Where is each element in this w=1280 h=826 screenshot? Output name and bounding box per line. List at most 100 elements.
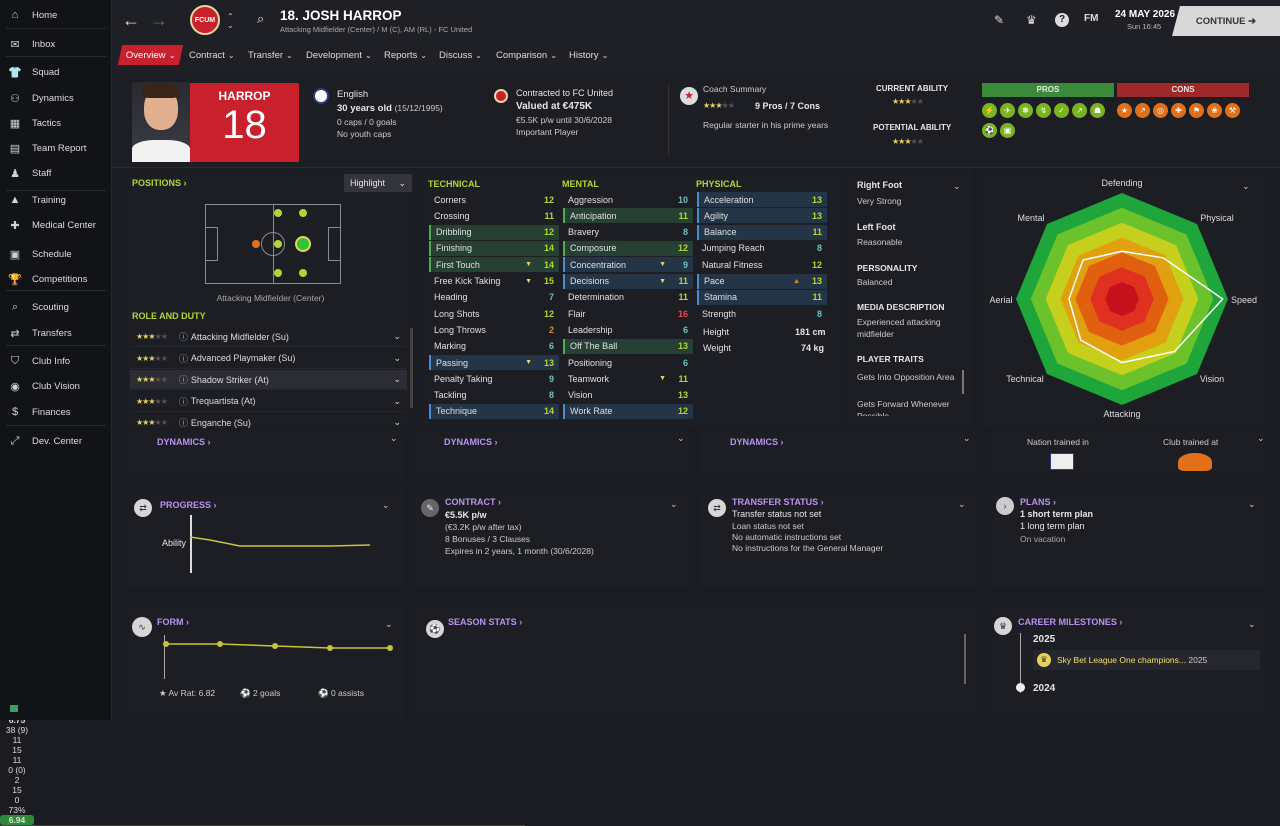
chevron-down-icon[interactable]: ⌄ — [1242, 181, 1250, 192]
club-crest[interactable]: FCUM — [190, 5, 220, 35]
season-scrollbar[interactable] — [964, 634, 966, 684]
chevron-down-icon[interactable]: ⌄ — [670, 499, 678, 510]
attribute-row[interactable]: Stamina 11 — [697, 289, 827, 305]
role-row[interactable]: ★★★★★ ⓘ Attacking Midfielder (Su) ⌄ — [130, 327, 407, 347]
tab-contract[interactable]: Contract ⌄ — [183, 45, 241, 65]
con-trait-icon[interactable]: ❀ — [1207, 103, 1222, 118]
attribute-row[interactable]: Technique 14 — [429, 403, 559, 419]
sidebar-item-scouting[interactable]: ⌕ Scouting — [0, 296, 112, 318]
con-trait-icon[interactable]: ⚑ — [1189, 103, 1204, 118]
attribute-row[interactable]: Natural Fitness 12 — [697, 257, 827, 272]
contract-title[interactable]: CONTRACT › — [445, 497, 501, 507]
attribute-row[interactable]: Vision 13 — [563, 388, 693, 403]
attribute-row[interactable]: First Touch ▼ 14 — [429, 257, 559, 273]
attribute-row[interactable]: Tackling 8 — [429, 388, 559, 403]
tab-comparison[interactable]: Comparison ⌄ — [490, 45, 563, 65]
search-icon[interactable]: ⌕ — [257, 11, 264, 27]
pro-trait-icon[interactable]: ↯ — [1036, 103, 1051, 118]
pro-trait-icon[interactable]: ↗ — [1072, 103, 1087, 118]
positions-title[interactable]: POSITIONS › — [132, 178, 187, 188]
tab-overview[interactable]: Overview ⌄ — [117, 45, 184, 65]
sidebar-item-team-report[interactable]: ▤ Team Report — [0, 137, 112, 159]
attribute-row[interactable]: Crossing 11 — [429, 208, 559, 223]
pro-trait-icon[interactable]: ❃ — [1018, 103, 1033, 118]
pen-icon[interactable]: ✎ — [994, 13, 1004, 27]
sidebar-item-dev-center[interactable]: ⤢ Dev. Center — [0, 430, 112, 452]
attribute-row[interactable]: Leadership 6 — [563, 322, 693, 337]
chevron-down-icon[interactable]: ⌄ — [1248, 499, 1256, 510]
continue-button[interactable]: CONTINUE ➔ — [1172, 6, 1280, 36]
tab-discuss[interactable]: Discuss ⌄ — [433, 45, 488, 65]
sidebar-item-medical-center[interactable]: ✚ Medical Center — [0, 214, 112, 236]
attribute-row[interactable]: Jumping Reach 8 — [697, 241, 827, 256]
tab-reports[interactable]: Reports ⌄ — [378, 45, 433, 65]
pro-trait-icon[interactable]: ▣ — [1000, 123, 1015, 138]
attribute-row[interactable]: Agility 13 — [697, 208, 827, 224]
forward-arrow-icon[interactable]: → — [150, 10, 168, 31]
attribute-row[interactable]: Finishing 14 — [429, 240, 559, 256]
attribute-row[interactable]: Long Throws 2 — [429, 322, 559, 337]
attribute-row[interactable]: Teamwork ▼ 11 — [563, 371, 693, 386]
attribute-row[interactable]: Heading 7 — [429, 290, 559, 305]
attribute-row[interactable]: Strength 8 — [697, 306, 827, 321]
back-arrow-icon[interactable]: ← — [122, 10, 140, 31]
sidebar-item-schedule[interactable]: ▣ Schedule — [0, 243, 112, 265]
roles-scrollbar[interactable] — [410, 328, 413, 408]
chevron-down-icon[interactable]: ⌄ — [382, 500, 390, 511]
pro-trait-icon[interactable]: ☗ — [1090, 103, 1105, 118]
attribute-row[interactable]: Concentration ▼ 9 — [563, 257, 693, 273]
sidebar-item-training[interactable]: ▲ Training — [0, 189, 112, 211]
attribute-row[interactable]: Acceleration 13 — [697, 192, 827, 207]
chevron-down-icon[interactable]: ⌄ — [1248, 619, 1256, 630]
dynamics-title[interactable]: DYNAMICS › — [444, 437, 498, 447]
attribute-row[interactable]: Aggression 10 — [563, 192, 693, 207]
attribute-row[interactable]: Pace ▲ 13 — [697, 273, 827, 289]
role-row[interactable]: ★★★★★ ⓘ Advanced Playmaker (Su) ⌄ — [130, 349, 407, 369]
sidebar-item-home[interactable]: ⌂ Home — [0, 4, 112, 26]
sidebar-item-squad[interactable]: 👕 Squad — [0, 61, 112, 83]
attribute-row[interactable]: Flair 16 — [563, 306, 693, 321]
pro-trait-icon[interactable]: ✈ — [1000, 103, 1015, 118]
sidebar-item-club-vision[interactable]: ◉ Club Vision — [0, 375, 112, 397]
attribute-row[interactable]: Marking 6 — [429, 339, 559, 354]
chevron-down-icon[interactable]: ⌄ — [385, 619, 393, 630]
pro-trait-icon[interactable]: ⚡ — [982, 103, 997, 118]
chevron-down-icon[interactable]: ⌄ — [390, 433, 398, 444]
role-row[interactable]: ★★★★★ ⓘ Shadow Striker (At) ⌄ — [130, 370, 407, 390]
attribute-row[interactable]: Long Shots 12 — [429, 306, 559, 321]
tab-development[interactable]: Development ⌄ — [300, 45, 378, 65]
attribute-row[interactable]: Balance 11 — [697, 224, 827, 240]
sidebar-item-club-info[interactable]: ⛉ Club Info — [0, 350, 112, 372]
plans-title[interactable]: PLANS › — [1020, 497, 1056, 507]
chevron-down-icon[interactable]: ⌄ — [963, 433, 971, 444]
trophy-icon[interactable]: ♛ — [1026, 13, 1037, 27]
attribute-row[interactable]: Positioning 6 — [563, 355, 693, 370]
con-trait-icon[interactable]: ★ — [1117, 103, 1132, 118]
player-switch-icon[interactable]: ⌃ ⌄ — [227, 12, 234, 30]
chevron-down-icon[interactable]: ⌄ — [677, 433, 685, 444]
highlight-dropdown[interactable]: Highlight ⌄ — [344, 174, 412, 192]
chevron-down-icon[interactable]: ⌄ — [953, 181, 961, 192]
attribute-row[interactable]: Bravery 8 — [563, 225, 693, 240]
attribute-row[interactable]: Determination 11 — [563, 290, 693, 305]
pro-trait-icon[interactable]: ✓ — [1054, 103, 1069, 118]
help-icon[interactable]: ? — [1055, 13, 1069, 27]
con-trait-icon[interactable]: ◎ — [1153, 103, 1168, 118]
attribute-row[interactable]: Composure 12 — [563, 240, 693, 256]
chevron-down-icon[interactable]: ⌄ — [1257, 433, 1265, 444]
sidebar-item-tactics[interactable]: ▦ Tactics — [0, 112, 112, 134]
traits-scrollbar[interactable] — [962, 370, 964, 394]
sidebar-item-transfers[interactable]: ⇄ Transfers — [0, 322, 112, 344]
attribute-row[interactable]: Passing ▼ 13 — [429, 355, 559, 370]
sidebar-item-dynamics[interactable]: ⚇ Dynamics — [0, 87, 112, 109]
tab-history[interactable]: History ⌄ — [563, 45, 614, 65]
attribute-row[interactable]: Penalty Taking 9 — [429, 371, 559, 386]
fm-menu[interactable]: FM — [1084, 13, 1098, 24]
milestone-item[interactable]: ♛ Sky Bet League One champions... 2025 — [1033, 650, 1260, 670]
form-title[interactable]: FORM › — [157, 617, 189, 627]
role-row[interactable]: ★★★★★ ⓘ Trequartista (At) ⌄ — [130, 392, 407, 412]
chevron-down-icon[interactable]: ⌄ — [958, 499, 966, 510]
attribute-row[interactable]: Decisions ▼ 11 — [563, 273, 693, 289]
progress-title[interactable]: PROGRESS › — [160, 500, 217, 510]
attribute-row[interactable]: Off The Ball 13 — [563, 338, 693, 354]
